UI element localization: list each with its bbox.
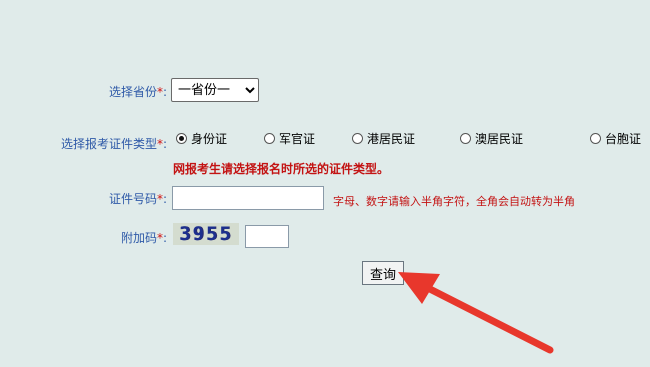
radio-button[interactable] [264,133,275,144]
radio-hk-resident[interactable]: 港居民证 [352,130,415,147]
radio-button[interactable] [352,133,363,144]
cert-number-label-text: 证件号码 [108,192,157,206]
radio-label: 港居民证 [367,132,416,146]
captcha-label-text: 附加码 [120,231,157,245]
captcha-image: 3955 [173,223,239,245]
colon: : [162,85,167,99]
radio-label: 澳居民证 [475,132,524,146]
colon: : [162,192,167,206]
radio-label: 军官证 [279,132,316,146]
radio-officer-card[interactable]: 军官证 [264,130,315,147]
cert-type-warning: 网报考生请选择报名时所选的证件类型。 [173,162,390,176]
province-label: 选择省份*: [60,83,167,100]
cert-number-hint: 字母、数字请输入半角字符，全角会自动转为半角 [333,195,575,208]
province-select[interactable]: 一省份一 [171,78,259,102]
radio-button-checked[interactable] [176,133,187,144]
colon: : [162,231,167,245]
radio-taiwan-compatriot[interactable]: 台胞证 [590,130,641,147]
radio-label: 台胞证 [605,132,642,146]
captcha-label: 附加码*: [60,229,167,246]
radio-button[interactable] [590,133,601,144]
cert-number-label: 证件号码*: [60,190,167,207]
colon: : [162,137,167,151]
radio-label: 身份证 [191,132,228,146]
captcha-input[interactable] [245,225,289,248]
province-label-text: 选择省份 [108,85,157,99]
cert-number-input[interactable] [172,186,324,210]
radio-id-card[interactable]: 身份证 [176,130,227,147]
cert-type-label-text: 选择报考证件类型 [60,137,157,151]
radio-button[interactable] [460,133,471,144]
cert-type-label: 选择报考证件类型*: [14,135,167,152]
radio-macau-resident[interactable]: 澳居民证 [460,130,523,147]
pointer-arrow-icon [398,272,554,354]
